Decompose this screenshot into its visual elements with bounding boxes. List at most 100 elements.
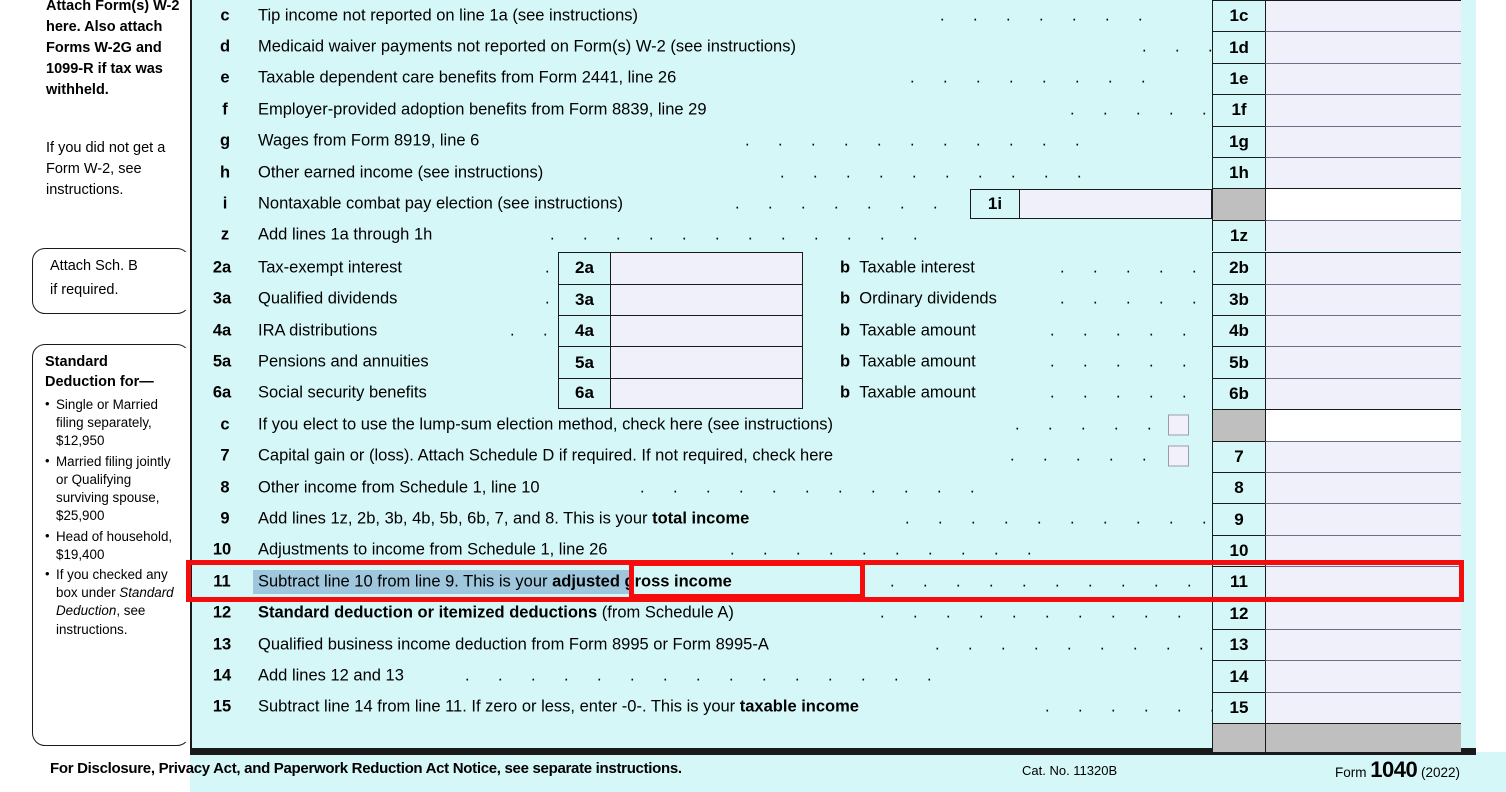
line-description: Taxable dependent care benefits from For…	[258, 68, 677, 87]
inline-box-input[interactable]	[1020, 189, 1212, 220]
checkbox[interactable]	[1168, 414, 1189, 436]
line-number-cell: 11	[1212, 566, 1265, 598]
left-margin-column: Attach Form(s) W-2 here. Also attach For…	[0, 0, 190, 752]
amount-input-cell[interactable]	[1265, 283, 1461, 315]
leader-dots: .....	[1050, 383, 1187, 402]
amount-input-cell[interactable]	[1265, 503, 1461, 535]
leader-dots: .....	[1070, 100, 1207, 119]
catalog-number: Cat. No. 11320B	[1022, 763, 1118, 778]
line-number-cell: 2b	[1212, 252, 1265, 284]
line-code-label: 15	[212, 697, 232, 716]
line-code-label: i	[222, 194, 228, 213]
amount-input-cell[interactable]	[1265, 377, 1461, 410]
attach-forms-note: Attach Form(s) W-2 here. Also attach For…	[46, 0, 180, 98]
amount-input-cell[interactable]	[1265, 252, 1461, 284]
amount-input-cell[interactable]	[1265, 0, 1461, 32]
sub-box-input[interactable]	[611, 346, 803, 378]
amount-input-cell[interactable]	[1265, 534, 1461, 567]
amount-input-cell[interactable]	[1265, 125, 1461, 157]
line-description: Subtract line 14 from line 11. If zero o…	[258, 697, 859, 716]
std-deduction-item: • Single or Married filing separately, $…	[45, 396, 181, 451]
sub-amount-box: 2a	[558, 252, 803, 284]
line-number-cell: 1z	[1212, 219, 1265, 252]
form-line-row: c If you elect to use the lump-sum electi…	[190, 409, 1476, 441]
amount-input-cell[interactable]	[1265, 315, 1461, 347]
amount-input-cell[interactable]	[1265, 31, 1461, 63]
form-line-row: 7 Capital gain or (loss). Attach Schedule…	[190, 440, 1476, 472]
sub-box-input[interactable]	[611, 252, 803, 284]
amount-input-cell[interactable]	[1265, 440, 1461, 472]
line-number-cell: 3b	[1212, 283, 1265, 315]
line-description: Capital gain or (loss). Attach Schedule …	[258, 446, 834, 465]
form-line-row: 9 Add lines 1z, 2b, 3b, 4b, 5b, 6b, 7, an…	[190, 503, 1476, 535]
line-b-description: b Taxable interest	[840, 258, 975, 277]
sub-box-input[interactable]	[611, 283, 803, 315]
sub-amount-box: 3a	[558, 283, 803, 315]
line-number-cell: 8	[1212, 472, 1265, 504]
schedule-b-line2: if required.	[50, 282, 119, 298]
amount-input-cell[interactable]	[1265, 629, 1461, 661]
line-description: Social security benefits	[258, 383, 427, 402]
amount-input-cell[interactable]	[1265, 660, 1461, 692]
line-code-label: d	[219, 37, 231, 56]
line-description: Add lines 1z, 2b, 3b, 4b, 5b, 6b, 7, and…	[258, 509, 750, 528]
line-number-cell: 15	[1212, 691, 1265, 724]
bullet-icon: •	[45, 565, 50, 581]
line-description: Tax-exempt interest	[258, 258, 402, 277]
line-code-label: g	[219, 131, 231, 150]
line-number-cell: 14	[1212, 660, 1265, 692]
amount-input-cell	[1265, 409, 1461, 441]
leader-dots: ...............	[465, 666, 932, 685]
line-number-cell: 7	[1212, 440, 1265, 472]
inline-box-label: 1i	[970, 189, 1020, 220]
amount-input-cell[interactable]	[1265, 157, 1461, 189]
amount-input-cell	[1265, 188, 1461, 220]
amount-input-cell[interactable]	[1265, 691, 1461, 724]
form-number: 1040	[1370, 757, 1418, 782]
checkbox[interactable]	[1168, 445, 1189, 467]
sub-box-input[interactable]	[611, 377, 803, 410]
line-number-cell: 6b	[1212, 377, 1265, 410]
sub-box-label: 6a	[558, 377, 611, 410]
line-code-label: 9	[220, 509, 230, 528]
footer-top-rule	[190, 752, 1476, 755]
amount-input-cell[interactable]	[1265, 566, 1461, 598]
amount-input-cell[interactable]	[1265, 472, 1461, 504]
form-line-row: f Employer-provided adoption benefits fro…	[190, 94, 1476, 126]
form-line-row: 3aQualified dividends...3ab Ordinary div…	[190, 283, 1476, 315]
leader-dots: .....	[1060, 289, 1197, 308]
form-line-row: 10 Adjustments to income from Schedule 1,…	[190, 534, 1476, 567]
form-line-row: 15 Subtract line 14 from line 11. If zero…	[190, 691, 1476, 724]
form-line-row: 8 Other income from Schedule 1, line 10..…	[190, 472, 1476, 504]
line-description: Tip income not reported on line 1a (see …	[258, 6, 638, 25]
amount-input-cell[interactable]	[1265, 597, 1461, 629]
std-deduction-item-text: Single or Married filing separately, $12…	[56, 397, 158, 449]
line-description: Adjustments to income from Schedule 1, l…	[258, 540, 608, 559]
line-b-description: b Ordinary dividends	[840, 289, 997, 308]
tail-amount-cell-blocked	[1265, 723, 1461, 755]
form-line-row: i Nontaxable combat pay election (see ins…	[190, 188, 1476, 220]
amount-input-cell[interactable]	[1265, 346, 1461, 378]
inline-amount-box-1i: 1i	[970, 189, 1212, 220]
form-line-row: 2aTax-exempt interest...2ab Taxable inte…	[190, 252, 1476, 284]
form-identifier: Form 1040 (2022)	[1335, 757, 1460, 783]
line-number-cell: 13	[1212, 629, 1265, 661]
leader-dots: ...........	[640, 478, 975, 497]
std-deduction-item-text: Married filing jointly or Qualifying sur…	[56, 453, 171, 524]
line-code-label: 6a	[212, 383, 232, 402]
line-code-label: 3a	[212, 289, 232, 308]
amount-input-cell[interactable]	[1265, 219, 1461, 252]
line-description: Qualified business income deduction from…	[258, 635, 769, 654]
form-line-row: 5aPensions and annuities..5ab Taxable am…	[190, 346, 1476, 378]
leader-dots: .......	[940, 6, 1143, 25]
amount-input-cell[interactable]	[1265, 94, 1461, 126]
line-code-label: 11	[213, 572, 231, 591]
form-line-row: z Add lines 1a through 1h............ 1z	[190, 219, 1476, 252]
leader-dots: ..........	[780, 163, 1082, 182]
sub-box-input[interactable]	[611, 315, 803, 347]
line-number-cell: 9	[1212, 503, 1265, 535]
amount-input-cell[interactable]	[1265, 62, 1461, 95]
line-b-description: b Taxable amount	[840, 321, 976, 340]
schedule-b-line1: Attach Sch. B	[50, 258, 138, 274]
line-number-cell: 1g	[1212, 125, 1265, 157]
